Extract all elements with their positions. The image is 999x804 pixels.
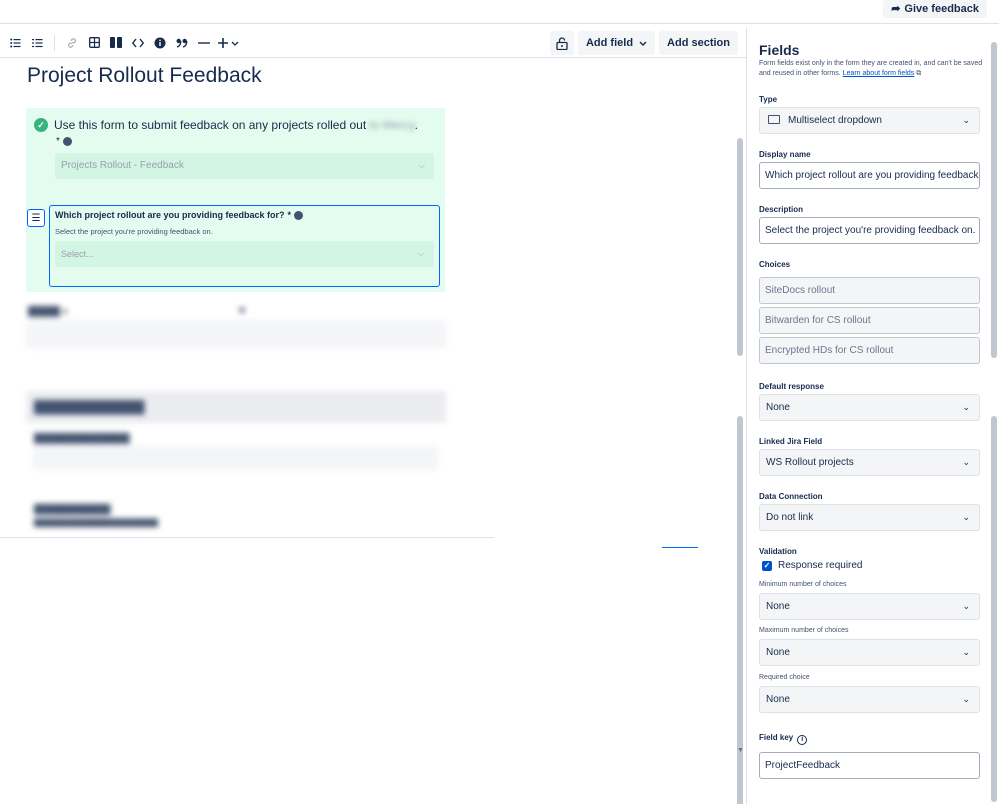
chevron-down-icon: ⌄ bbox=[962, 512, 970, 522]
code-icon[interactable] bbox=[127, 32, 149, 54]
panel-description: Form fields exist only in the form they … bbox=[759, 60, 983, 77]
toolbar-separator bbox=[54, 34, 55, 51]
info-dot-icon bbox=[62, 137, 72, 146]
columns-icon[interactable] bbox=[105, 32, 127, 54]
min-choices-select[interactable]: None ⌄ bbox=[759, 593, 980, 620]
form-title: Project Rollout Feedback bbox=[27, 64, 262, 87]
chevron-down-icon: ⌄ bbox=[962, 115, 970, 125]
give-feedback-button[interactable]: ➦ Give feedback bbox=[883, 0, 987, 18]
lock-icon[interactable] bbox=[549, 31, 574, 55]
chevron-down-icon: ⌵ bbox=[417, 249, 424, 258]
panel-scrollbar[interactable] bbox=[991, 42, 997, 802]
add-field-button[interactable]: Add field bbox=[577, 31, 656, 55]
chevron-down-icon: ⌄ bbox=[962, 402, 970, 412]
panel-title: Fields bbox=[759, 42, 800, 58]
form-scrollbar[interactable] bbox=[737, 138, 743, 804]
chevron-down-icon bbox=[639, 41, 647, 46]
info-icon[interactable] bbox=[149, 32, 171, 54]
blurred-form-content: █████ ● ● █████████████ ███████████████ … bbox=[26, 298, 446, 538]
data-connection-select[interactable]: Do not link ⌄ bbox=[759, 504, 980, 531]
question-label: Which project rollout are you providing … bbox=[55, 210, 285, 220]
add-section-button[interactable]: Add section bbox=[659, 31, 738, 55]
response-required-label: Response required bbox=[778, 560, 863, 571]
bullet-list-icon[interactable] bbox=[4, 32, 26, 54]
type-select[interactable]: Multiselect dropdown ⌄ bbox=[759, 107, 980, 134]
choice-input[interactable]: SiteDocs rollout bbox=[759, 277, 980, 304]
numbered-list-icon[interactable] bbox=[26, 32, 48, 54]
top-bar: ➦ Give feedback bbox=[0, 0, 999, 24]
active-question-field[interactable]: Which project rollout are you providing … bbox=[49, 205, 440, 287]
megaphone-icon: ➦ bbox=[891, 3, 901, 15]
linked-jira-field-select[interactable]: WS Rollout projects ⌄ bbox=[759, 449, 980, 476]
chevron-down-icon: ⌄ bbox=[962, 601, 970, 611]
divider-icon[interactable] bbox=[193, 32, 215, 54]
quote-icon[interactable] bbox=[171, 32, 193, 54]
link-icon[interactable] bbox=[61, 32, 83, 54]
drag-handle-icon[interactable]: ☰ bbox=[27, 209, 45, 227]
form-builder-app: ➦ Give feedback Add field Add section Pr… bbox=[0, 0, 999, 804]
scroll-down-icon[interactable]: ▼ bbox=[737, 747, 744, 754]
insert-plus-icon[interactable] bbox=[215, 32, 243, 54]
intro-paragraph: ✓ Use this form to submit feedback on an… bbox=[34, 118, 418, 132]
info-dot-icon bbox=[294, 210, 304, 220]
divider-line bbox=[0, 537, 494, 538]
underline-link-stub bbox=[662, 547, 698, 548]
response-required-checkbox[interactable]: ✓ bbox=[762, 561, 772, 571]
editor-toolbar: Add field Add section bbox=[0, 28, 746, 58]
question-description: Select the project you're providing feed… bbox=[55, 227, 213, 236]
learn-about-fields-link[interactable]: Learn about form fields bbox=[843, 70, 915, 77]
multiselect-icon bbox=[768, 115, 780, 124]
field-key-input[interactable]: ProjectFeedback bbox=[759, 752, 980, 779]
form-canvas: Project Rollout Feedback ✓ Use this form… bbox=[0, 58, 746, 804]
choice-input[interactable]: Encrypted HDs for CS rollout bbox=[759, 337, 980, 364]
question-select[interactable]: Select... ⌵ bbox=[55, 241, 434, 267]
required-choice-select[interactable]: None ⌄ bbox=[759, 686, 980, 713]
max-choices-select[interactable]: None ⌄ bbox=[759, 639, 980, 666]
required-marker: * bbox=[56, 136, 72, 147]
field-properties-panel: Fields Form fields exist only in the for… bbox=[746, 28, 999, 804]
chevron-down-icon: ⌵ bbox=[418, 161, 425, 170]
external-link-icon: ⧉ bbox=[916, 70, 922, 77]
table-icon[interactable] bbox=[83, 32, 105, 54]
toolbar-actions: Add field Add section bbox=[549, 31, 738, 55]
description-input[interactable]: Select the project you're providing feed… bbox=[759, 217, 980, 244]
display-name-input[interactable]: Which project rollout are you providing … bbox=[759, 162, 980, 189]
choice-input[interactable]: Bitwarden for CS rollout bbox=[759, 307, 980, 334]
chevron-down-icon: ⌄ bbox=[962, 457, 970, 467]
info-icon[interactable]: i bbox=[797, 735, 808, 745]
chevron-down-icon: ⌄ bbox=[962, 694, 970, 704]
check-circle-icon: ✓ bbox=[34, 118, 48, 132]
redacted-text: to Mercy bbox=[369, 118, 415, 132]
chevron-down-icon: ⌄ bbox=[962, 647, 970, 657]
default-response-select[interactable]: None ⌄ bbox=[759, 394, 980, 421]
project-select-disabled: Projects Rollout - Feedback ⌵ bbox=[55, 153, 434, 179]
